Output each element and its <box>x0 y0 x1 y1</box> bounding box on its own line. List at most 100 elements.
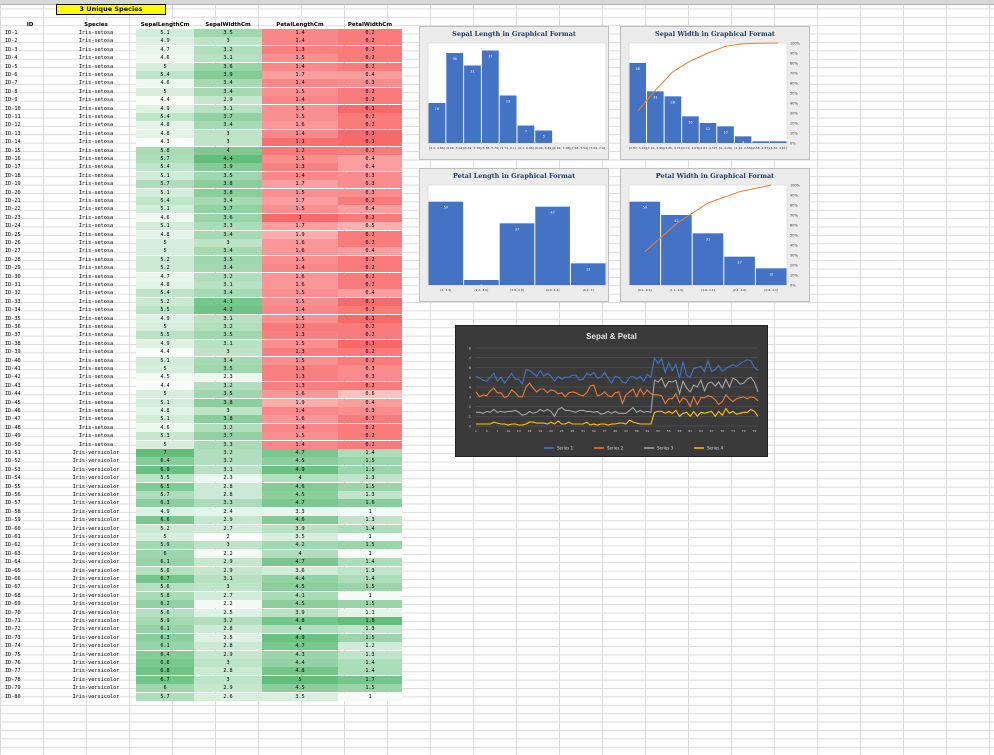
measure-cell[interactable]: 4.4 <box>136 96 194 105</box>
measure-cell[interactable]: 3.8 <box>194 188 262 197</box>
measure-cell[interactable]: 5.4 <box>136 197 194 205</box>
measure-cell[interactable]: 1.4 <box>338 449 402 457</box>
species-cell[interactable]: Iris-setosa <box>56 138 136 146</box>
measure-cell[interactable]: 5.7 <box>136 692 194 701</box>
measure-cell[interactable]: 5 <box>136 239 194 247</box>
unique-species-badge[interactable]: 3 Unique Species <box>56 4 166 15</box>
measure-cell[interactable]: 1.5 <box>338 633 402 642</box>
measure-cell[interactable]: 0.4 <box>338 398 402 407</box>
measure-cell[interactable]: 5.2 <box>136 255 194 264</box>
measure-cell[interactable]: 2.2 <box>194 549 262 558</box>
measure-cell[interactable]: 0.4 <box>338 155 402 163</box>
id-cell[interactable]: ID-68 <box>4 592 57 600</box>
measure-cell[interactable]: 1.4 <box>262 171 338 180</box>
species-cell[interactable]: Iris-versicolor <box>56 483 136 491</box>
id-cell[interactable]: ID-75 <box>4 651 57 659</box>
measure-cell[interactable]: 1.5 <box>262 188 338 197</box>
species-cell[interactable]: Iris-setosa <box>56 172 136 180</box>
id-cell[interactable]: ID-64 <box>4 558 57 566</box>
id-cell[interactable]: ID-62 <box>4 541 57 549</box>
measure-cell[interactable]: 4.5 <box>262 583 338 592</box>
species-cell[interactable]: Iris-setosa <box>56 373 136 381</box>
measure-cell[interactable]: 5.1 <box>136 222 194 231</box>
species-cell[interactable]: Iris-setosa <box>56 382 136 390</box>
measure-cell[interactable]: 4.6 <box>136 79 194 88</box>
measure-cell[interactable]: 5.4 <box>136 113 194 121</box>
id-cell[interactable]: ID-26 <box>4 239 57 247</box>
petal-width-chart[interactable]: Petal Width in Graphical Format 50 [0.1, … <box>620 168 810 302</box>
measure-cell[interactable]: 0.3 <box>338 180 402 189</box>
species-cell[interactable]: Iris-versicolor <box>56 625 136 633</box>
measure-cell[interactable]: 1.6 <box>262 239 338 247</box>
id-cell[interactable]: ID-28 <box>4 256 57 264</box>
species-cell[interactable]: Iris-versicolor <box>56 449 136 457</box>
measure-cell[interactable]: 5.1 <box>136 415 194 424</box>
measure-cell[interactable]: 4.5 <box>262 491 338 499</box>
measure-cell[interactable]: 3 <box>194 129 262 138</box>
measure-cell[interactable]: 4.4 <box>262 575 338 583</box>
measure-cell[interactable]: 2.8 <box>194 491 262 499</box>
id-cell[interactable]: ID-40 <box>4 357 57 365</box>
measure-cell[interactable]: 3 <box>194 675 262 684</box>
measure-cell[interactable]: 1.4 <box>338 575 402 583</box>
species-cell[interactable]: Iris-setosa <box>56 113 136 121</box>
species-cell[interactable]: Iris-setosa <box>56 256 136 264</box>
measure-cell[interactable]: 0.2 <box>338 121 402 130</box>
id-cell[interactable]: ID-25 <box>4 231 57 239</box>
measure-cell[interactable]: 4.9 <box>136 314 194 323</box>
species-cell[interactable]: Iris-setosa <box>56 54 136 62</box>
measure-cell[interactable]: 5.4 <box>136 163 194 172</box>
measure-cell[interactable]: 1.7 <box>262 197 338 205</box>
measure-cell[interactable]: 1.4 <box>262 96 338 105</box>
species-cell[interactable]: Iris-versicolor <box>56 550 136 558</box>
species-cell[interactable]: Iris-versicolor <box>56 474 136 482</box>
id-cell[interactable]: ID-37 <box>4 331 57 339</box>
measure-cell[interactable]: 5.2 <box>136 524 194 533</box>
measure-cell[interactable]: 4.6 <box>262 516 338 525</box>
measure-cell[interactable]: 5.1 <box>136 171 194 180</box>
id-cell[interactable]: ID-6 <box>4 71 57 79</box>
measure-cell[interactable]: 3.9 <box>262 608 338 617</box>
species-cell[interactable]: Iris-setosa <box>56 37 136 45</box>
measure-cell[interactable]: 3.7 <box>194 113 262 121</box>
id-cell[interactable]: ID-9 <box>4 96 57 104</box>
measure-cell[interactable]: 3.3 <box>194 222 262 231</box>
measure-cell[interactable]: 1.3 <box>262 45 338 54</box>
measure-cell[interactable]: 5 <box>136 440 194 449</box>
measure-cell[interactable]: 0.4 <box>338 71 402 79</box>
species-cell[interactable]: Iris-versicolor <box>56 575 136 583</box>
measure-cell[interactable]: 0.4 <box>338 247 402 256</box>
measure-cell[interactable]: 1.3 <box>262 331 338 340</box>
measure-cell[interactable]: 0.2 <box>338 281 402 289</box>
measure-cell[interactable]: 5.1 <box>136 205 194 214</box>
measure-cell[interactable]: 0.1 <box>338 297 402 306</box>
species-cell[interactable]: Iris-setosa <box>56 46 136 54</box>
measure-cell[interactable]: 0.2 <box>338 272 402 281</box>
measure-cell[interactable]: 4.5 <box>262 684 338 693</box>
column-header-3[interactable]: SepalWidthCm <box>194 21 262 29</box>
measure-cell[interactable]: 5.9 <box>136 541 194 550</box>
measure-cell[interactable]: 3.3 <box>262 507 338 516</box>
measure-cell[interactable]: 0.2 <box>338 331 402 340</box>
measure-cell[interactable]: 4.9 <box>136 339 194 348</box>
measure-cell[interactable]: 5 <box>136 533 194 541</box>
measure-cell[interactable]: 1.5 <box>338 457 402 466</box>
measure-cell[interactable]: 0.2 <box>338 306 402 315</box>
measure-cell[interactable]: 4.2 <box>194 306 262 315</box>
measure-cell[interactable]: 3.8 <box>194 415 262 424</box>
measure-cell[interactable]: 0.3 <box>338 79 402 88</box>
measure-cell[interactable]: 3.1 <box>194 54 262 63</box>
measure-cell[interactable]: 5.5 <box>136 474 194 483</box>
id-cell[interactable]: ID-7 <box>4 79 57 87</box>
measure-cell[interactable]: 0.4 <box>338 205 402 214</box>
measure-cell[interactable]: 0.2 <box>338 323 402 331</box>
measure-cell[interactable]: 0.2 <box>338 197 402 205</box>
measure-cell[interactable]: 0.2 <box>338 239 402 247</box>
chart-bar[interactable] <box>481 50 499 144</box>
measure-cell[interactable]: 5.8 <box>136 146 194 155</box>
measure-cell[interactable]: 0.4 <box>338 289 402 298</box>
measure-cell[interactable]: 4.8 <box>136 407 194 415</box>
chart-bar[interactable] <box>717 126 734 143</box>
species-cell[interactable]: Iris-setosa <box>56 79 136 87</box>
measure-cell[interactable]: 6 <box>136 549 194 558</box>
